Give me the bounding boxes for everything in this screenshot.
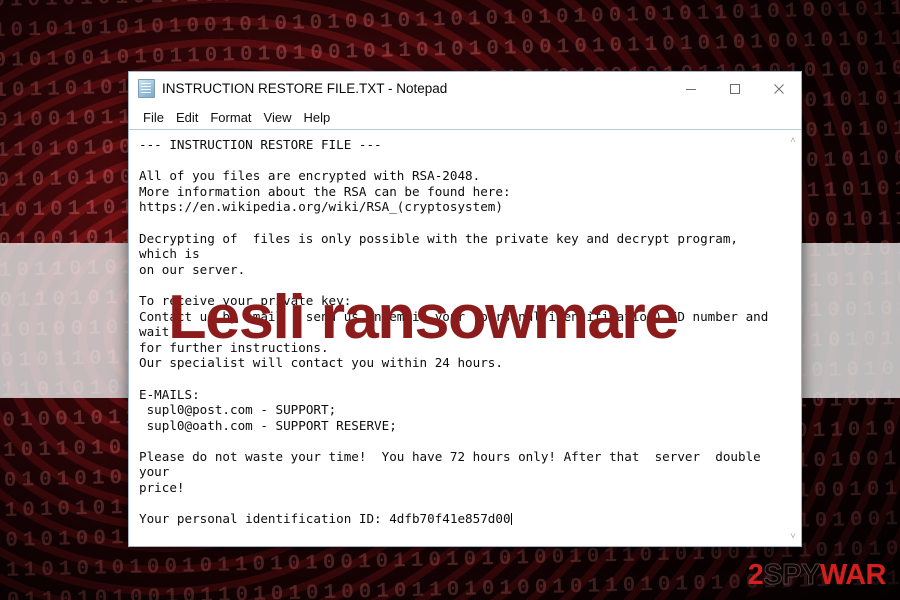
minimize-button[interactable] xyxy=(669,72,713,105)
menu-bar: File Edit Format View Help xyxy=(129,105,801,129)
scroll-up-arrow-icon[interactable]: ˄ xyxy=(785,132,802,148)
scroll-down-arrow-icon[interactable]: ˅ xyxy=(785,528,802,544)
window-title: INSTRUCTION RESTORE FILE.TXT - Notepad xyxy=(162,81,448,96)
scrollbar-track[interactable] xyxy=(785,148,802,528)
menu-item-edit[interactable]: Edit xyxy=(170,110,204,125)
notepad-document-icon xyxy=(138,79,155,98)
note-line-encrypted: All of you files are encrypted with RSA-… xyxy=(139,168,481,184)
spacer-line xyxy=(139,433,778,449)
note-line-warning-2: price! xyxy=(139,480,185,496)
site-watermark-logo: 2 SPY WAR xyxy=(747,559,887,591)
note-emails-label: E-MAILS: xyxy=(139,386,200,402)
watermark-part-spy: SPY xyxy=(763,559,821,591)
note-line-decrypt-1: Decrypting of files is only possible wit… xyxy=(139,230,746,262)
spacer-line xyxy=(139,496,778,512)
note-line-moreinfo: More information about the RSA can be fo… xyxy=(139,183,511,199)
menu-item-format[interactable]: Format xyxy=(204,110,257,125)
note-heading: --- INSTRUCTION RESTORE FILE --- xyxy=(139,137,382,152)
window-controls xyxy=(669,72,801,105)
menu-item-help[interactable]: Help xyxy=(297,110,336,125)
vertical-scrollbar[interactable]: ˄ ˅ xyxy=(784,130,801,546)
note-line-url: https://en.wikipedia.org/wiki/RSA_(crypt… xyxy=(139,199,503,215)
maximize-button[interactable] xyxy=(713,72,757,105)
watermark-part-2: 2 xyxy=(747,559,764,591)
overlay-headline: Lesli ransowmare xyxy=(168,283,679,352)
note-email-1: supl0@post.com - SUPPORT; xyxy=(139,402,337,418)
close-button[interactable] xyxy=(757,72,801,105)
screenshot-stage: 1010101010101001010101001011010101010010… xyxy=(0,0,900,600)
spacer-line xyxy=(139,153,778,169)
spacer-line xyxy=(139,542,778,546)
note-line-decrypt-2: on our server. xyxy=(139,261,246,277)
note-email-2: supl0@oath.com - SUPPORT RESERVE; xyxy=(139,417,397,433)
watermark-part-war: WAR xyxy=(819,559,887,591)
menu-item-file[interactable]: File xyxy=(137,110,170,125)
text-caret xyxy=(510,513,512,526)
window-titlebar[interactable]: INSTRUCTION RESTORE FILE.TXT - Notepad xyxy=(129,72,801,105)
spacer-line xyxy=(139,371,778,387)
menu-item-view[interactable]: View xyxy=(258,110,298,125)
note-line-specialist: Our specialist will contact you within 2… xyxy=(139,355,503,371)
spacer-line xyxy=(139,215,778,231)
spacer-line xyxy=(139,527,778,543)
note-line-warning-1: Please do not waste your time! You have … xyxy=(139,448,769,480)
note-line-id: Your personal identification ID: 4dfb70f… xyxy=(139,511,511,527)
